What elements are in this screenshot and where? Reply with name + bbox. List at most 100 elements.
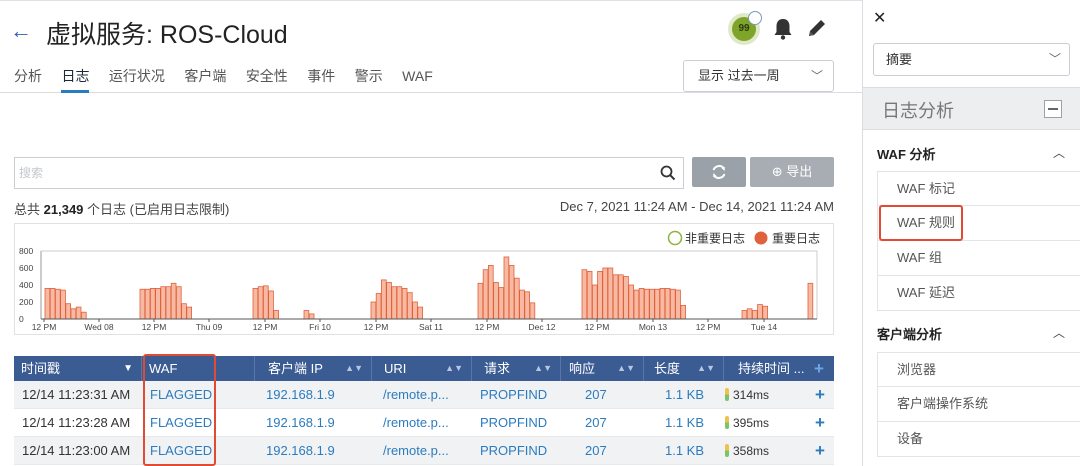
refresh-button[interactable] <box>692 157 746 187</box>
col-duration[interactable]: 持续时间 ... <box>724 356 810 381</box>
cell-length[interactable]: 1.1 KB <box>665 409 704 437</box>
tab-security[interactable]: 安全性 <box>246 65 288 93</box>
cell-uri[interactable]: /remote.p... <box>383 437 449 465</box>
expand-row-icon[interactable]: + <box>815 437 825 465</box>
cell-response[interactable]: 207 <box>585 409 607 437</box>
waf-analysis-list: WAF 标记 WAF 规则 WAF 组 WAF 延迟 <box>877 171 1080 311</box>
histogram-bar <box>303 310 310 320</box>
histogram-bar <box>508 265 515 320</box>
collapse-icon[interactable] <box>1044 100 1062 118</box>
histogram-bar <box>44 288 51 320</box>
histogram-bar <box>741 310 748 320</box>
health-score-badge[interactable]: 99 <box>728 11 762 45</box>
tab-alerts[interactable]: 警示 <box>355 65 383 93</box>
col-request[interactable]: 请求 ▲▼ <box>472 356 561 381</box>
col-uri-label: URI <box>384 361 407 376</box>
page-title: 虚拟服务: ROS-Cloud <box>46 21 288 49</box>
expand-row-icon[interactable]: + <box>815 409 825 437</box>
histogram-bar <box>70 308 77 320</box>
cell-client-ip[interactable]: 192.168.1.9 <box>266 437 335 465</box>
cell-waf[interactable]: FLAGGED <box>150 409 212 437</box>
histogram-bar <box>412 301 418 320</box>
panel-item-waf-groups[interactable]: WAF 组 <box>877 241 1080 276</box>
duration-bar <box>725 416 729 429</box>
panel-item-client-os[interactable]: 客户端操作系统 <box>877 387 1080 422</box>
search-input[interactable] <box>15 158 635 188</box>
cell-timestamp: 12/14 11:23:31 AM <box>22 387 131 402</box>
cell-uri[interactable]: /remote.p... <box>383 381 449 409</box>
edit-pencil-icon[interactable] <box>806 17 828 39</box>
cell-request[interactable]: PROPFIND <box>480 437 547 465</box>
table-row[interactable]: 12/14 11:23:31 AM FLAGGED 192.168.1.9 /r… <box>14 381 834 409</box>
col-client-ip[interactable]: 客户端 IP ▲▼ <box>255 356 372 381</box>
cell-waf[interactable]: FLAGGED <box>150 437 212 465</box>
y-tick-label: 800 <box>19 246 33 256</box>
tab-events[interactable]: 事件 <box>307 65 335 93</box>
table-row[interactable]: 12/14 11:23:00 AM FLAGGED 192.168.1.9 /r… <box>14 437 834 465</box>
time-period-value: 显示 过去一周 <box>698 68 780 83</box>
add-column-icon[interactable]: + <box>810 356 834 381</box>
col-length[interactable]: 长度 ▲▼ <box>644 356 724 381</box>
panel-item-browsers[interactable]: 浏览器 <box>877 352 1080 387</box>
cell-duration[interactable]: 314ms <box>725 381 769 409</box>
table-body: 12/14 11:23:31 AM FLAGGED 192.168.1.9 /r… <box>14 381 834 465</box>
cell-request[interactable]: PROPFIND <box>480 381 547 409</box>
histogram-bar <box>401 288 408 320</box>
tab-analytics[interactable]: 分析 <box>14 65 42 93</box>
col-uri[interactable]: URI ▲▼ <box>372 356 472 381</box>
col-waf[interactable]: WAF <box>142 356 255 381</box>
histogram-bar <box>175 286 182 320</box>
summary-dropdown[interactable]: 摘要 ﹀ <box>873 43 1070 76</box>
histogram-bar <box>592 284 598 320</box>
log-histogram-svg: 非重要日志 重要日志 800 600 400 200 0 12 PM Wed 08 12 PM Th… <box>19 230 820 332</box>
cell-uri[interactable]: /remote.p... <box>383 409 449 437</box>
col-response[interactable]: 响应 ▲▼ <box>561 356 644 381</box>
histogram-bar <box>746 308 753 320</box>
panel-item-devices[interactable]: 设备 <box>877 422 1080 457</box>
cell-duration-value: 314ms <box>733 388 770 402</box>
histogram-bar <box>670 288 676 320</box>
histogram-bar <box>649 288 655 320</box>
back-arrow-icon[interactable]: ← <box>10 18 32 44</box>
tab-health[interactable]: 运行状况 <box>109 65 165 93</box>
col-timestamp[interactable]: 时间戳 ▼ <box>14 356 142 381</box>
cell-duration[interactable]: 358ms <box>725 437 769 465</box>
tab-logs[interactable]: 日志 <box>61 65 90 93</box>
x-tick-label: Tue 14 <box>751 322 777 332</box>
cell-duration[interactable]: 395ms <box>725 409 769 437</box>
close-icon[interactable]: ✕ <box>873 8 886 28</box>
table-row[interactable]: 12/14 11:23:28 AM FLAGGED 192.168.1.9 /r… <box>14 409 834 437</box>
export-button[interactable]: ⊕ 导出 <box>750 157 834 187</box>
tab-waf[interactable]: WAF <box>402 65 433 93</box>
histogram-bar <box>81 311 87 320</box>
cell-response[interactable]: 207 <box>585 437 607 465</box>
chevron-up-icon[interactable]: ︿ <box>1053 144 1065 161</box>
tab-clients[interactable]: 客户端 <box>184 65 226 93</box>
panel-item-waf-rules[interactable]: WAF 规则 <box>877 206 1080 241</box>
cell-request[interactable]: PROPFIND <box>480 409 547 437</box>
panel-item-waf-latency[interactable]: WAF 延迟 <box>877 276 1080 311</box>
search-icon[interactable] <box>659 164 677 182</box>
histogram-bar <box>529 302 536 320</box>
cell-waf[interactable]: FLAGGED <box>150 381 212 409</box>
time-period-dropdown[interactable]: 显示 过去一周 ﹀ <box>683 60 834 92</box>
histogram-bar <box>257 286 264 320</box>
log-search-box <box>14 157 684 189</box>
cell-client-ip[interactable]: 192.168.1.9 <box>266 409 335 437</box>
expand-row-icon[interactable]: + <box>815 381 825 409</box>
histogram-bar <box>308 313 315 320</box>
histogram-bar <box>49 288 56 320</box>
panel-item-waf-tags[interactable]: WAF 标记 <box>877 171 1080 206</box>
histogram-bar <box>165 286 172 320</box>
histogram-bar <box>487 265 494 320</box>
log-total: 总共 21,349 个日志 (已启用日志限制) <box>14 199 229 218</box>
cell-client-ip[interactable]: 192.168.1.9 <box>266 381 335 409</box>
histogram-bar <box>380 279 387 320</box>
bell-icon[interactable] <box>772 17 794 41</box>
cell-length[interactable]: 1.1 KB <box>665 381 704 409</box>
histogram-bar <box>396 286 403 320</box>
col-length-label: 长度 <box>654 361 681 376</box>
cell-response[interactable]: 207 <box>585 381 607 409</box>
chevron-up-icon[interactable]: ︿ <box>1053 324 1065 341</box>
cell-length[interactable]: 1.1 KB <box>665 437 704 465</box>
